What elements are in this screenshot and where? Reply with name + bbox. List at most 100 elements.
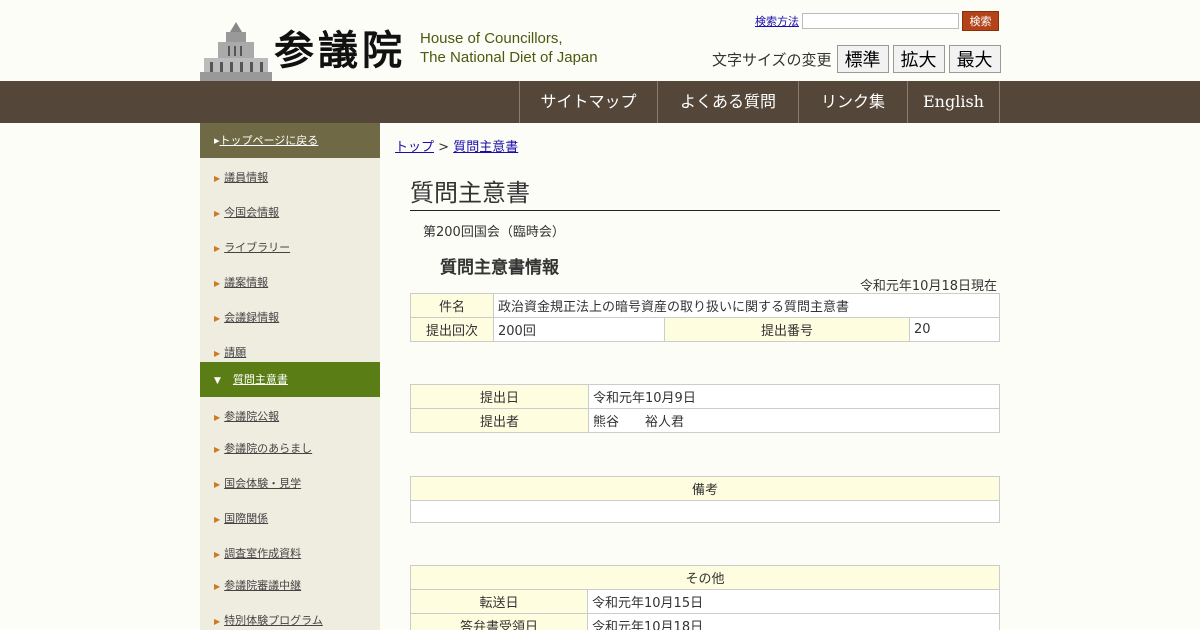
search-button[interactable]: 検索: [962, 11, 999, 31]
sidebar-link[interactable]: ライブラリー: [224, 241, 290, 254]
arrow-right-icon: ▶: [214, 349, 221, 358]
submission-table: 提出日 令和元年10月9日 提出者 熊谷 裕人君: [410, 384, 1000, 433]
sidebar-link[interactable]: 今国会情報: [224, 206, 279, 219]
sidebar-item-active[interactable]: ▼ 質問主意書: [200, 362, 380, 397]
sidebar-item[interactable]: ▶ 参議院公報: [200, 408, 380, 424]
arrow-right-icon: ▶: [214, 515, 221, 524]
arrow-right-icon: ▶: [214, 480, 221, 489]
cell-value: [410, 500, 1000, 523]
cell-label: 備考: [410, 476, 1000, 501]
table-row: 件名 政治資金規正法上の暗号資産の取り扱いに関する質問主意書: [410, 293, 1000, 318]
arrow-down-icon: ▼: [214, 376, 221, 386]
sidebar-link[interactable]: 特別体験プログラム: [224, 614, 323, 627]
breadcrumb-separator: >: [438, 140, 450, 155]
sidebar-item[interactable]: ▶ 会議録情報: [200, 309, 380, 325]
arrow-right-icon: ▶: [214, 279, 221, 288]
font-size-label: 文字サイズの変更: [712, 50, 832, 69]
sidebar-item[interactable]: ▶ 参議院審議中継: [200, 577, 380, 593]
arrow-right-icon: ▶: [214, 209, 221, 218]
table-row: 答弁書受領日 令和元年10月18日: [410, 613, 1000, 630]
table-row: [410, 500, 1000, 523]
cell-label: 提出者: [410, 408, 589, 433]
cell-value: 令和元年10月9日: [588, 384, 1000, 409]
cell-label: 転送日: [410, 589, 588, 614]
sidebar-item[interactable]: ▶ 調査室作成資料: [200, 545, 380, 561]
sidebar-item[interactable]: ▶ 参議院のあらまし: [200, 440, 380, 456]
breadcrumb-current-link[interactable]: 質問主意書: [453, 140, 518, 155]
table-row: 提出回次 200回 提出番号 20: [410, 317, 1000, 342]
header: 参議院 House of Councillors, The National Di…: [0, 0, 1200, 81]
search-bar: 検索方法 検索: [755, 11, 999, 31]
cell-value: 200回: [493, 317, 665, 342]
search-input[interactable]: [802, 13, 959, 29]
sidebar-link[interactable]: 請願: [224, 346, 246, 359]
cell-value: 令和元年10月18日: [587, 613, 1000, 630]
nav-faq[interactable]: よくある質問: [657, 81, 798, 123]
arrow-right-icon: ▶: [214, 314, 221, 323]
sidebar-item[interactable]: ▶ 議案情報: [200, 274, 380, 290]
cell-label: 提出回次: [410, 317, 494, 342]
logo-kanji: 参議院: [274, 27, 406, 74]
sidebar-link[interactable]: 参議院審議中継: [224, 579, 301, 592]
sidebar-link[interactable]: 議案情報: [224, 276, 268, 289]
other-table: その他 転送日 令和元年10月15日 答弁書受領日 令和元年10月18日: [410, 565, 1000, 630]
nav-sitemap[interactable]: サイトマップ: [519, 81, 657, 123]
arrow-right-icon: ▶: [214, 617, 221, 626]
table-row: 転送日 令和元年10月15日: [410, 589, 1000, 614]
cell-value: 熊谷 裕人君: [588, 408, 1000, 433]
arrow-right-icon: ▶: [214, 550, 221, 559]
sidebar-item[interactable]: ▶ 議員情報: [200, 169, 380, 185]
sidebar-item[interactable]: ▶ 特別体験プログラム: [200, 612, 380, 628]
cell-label: その他: [410, 565, 1000, 590]
breadcrumb-top-link[interactable]: トップ: [395, 140, 434, 155]
font-size-large-button[interactable]: 拡大: [892, 45, 945, 73]
sidebar-item[interactable]: ▶ 今国会情報: [200, 204, 380, 220]
table-row: 提出日 令和元年10月9日: [410, 384, 1000, 409]
nav-english[interactable]: English: [907, 81, 1000, 123]
cell-value: 政治資金規正法上の暗号資産の取り扱いに関する質問主意書: [493, 293, 1000, 318]
sidebar-link[interactable]: 参議院公報: [224, 410, 279, 423]
table-row: 提出者 熊谷 裕人君: [410, 408, 1000, 433]
logo-en-line2: The National Diet of Japan: [420, 49, 598, 66]
sidebar-link[interactable]: 議員情報: [224, 171, 268, 184]
page-title: 質問主意書: [410, 173, 1000, 211]
sidebar-link[interactable]: 参議院のあらまし: [224, 442, 312, 455]
breadcrumb: トップ > 質問主意書: [395, 136, 518, 155]
sidebar-link[interactable]: 調査室作成資料: [224, 547, 301, 560]
diet-building-logo-icon: [200, 22, 272, 81]
arrow-right-icon: ▶: [214, 244, 221, 253]
sidebar-link[interactable]: 会議録情報: [224, 311, 279, 324]
sidebar-link[interactable]: 国際関係: [224, 512, 268, 525]
sidebar-link[interactable]: 質問主意書: [233, 373, 288, 386]
cell-value: 20: [909, 317, 1000, 342]
remarks-table: 備考: [410, 476, 1000, 523]
sidebar-back-to-top[interactable]: ▸トップページに戻る: [200, 123, 380, 158]
sidebar-item[interactable]: ▶ 国際関係: [200, 510, 380, 526]
font-size-standard-button[interactable]: 標準: [836, 45, 889, 73]
nav-links[interactable]: リンク集: [798, 81, 907, 123]
as-of-date: 令和元年10月18日現在: [859, 279, 997, 294]
logo-english: House of Councillors, The National Diet o…: [420, 29, 598, 67]
sidebar-item[interactable]: ▶ ライブラリー: [200, 239, 380, 255]
search-help-link[interactable]: 検索方法: [755, 13, 799, 29]
cell-label: 答弁書受領日: [410, 613, 588, 630]
arrow-right-icon: ▶: [214, 174, 221, 183]
main-nav: サイトマップ よくある質問 リンク集 English: [0, 81, 1200, 123]
table-row: その他: [410, 565, 1000, 590]
arrow-right-icon: ▶: [214, 445, 221, 454]
session-label: 第200回国会（臨時会）: [423, 225, 565, 240]
cell-value: 令和元年10月15日: [587, 589, 1000, 614]
table-row: 備考: [410, 476, 1000, 501]
cell-label: 件名: [410, 293, 494, 318]
sidebar-link[interactable]: 国会体験・見学: [224, 477, 301, 490]
arrow-right-icon: ▶: [214, 582, 221, 591]
font-size-control: 文字サイズの変更 標準 拡大 最大: [712, 45, 1001, 73]
font-size-max-button[interactable]: 最大: [948, 45, 1001, 73]
sidebar-item[interactable]: ▶ 請願: [200, 344, 380, 360]
cell-label: 提出番号: [664, 317, 910, 342]
sidebar-back-link[interactable]: トップページに戻る: [220, 134, 319, 147]
section-title: 質問主意書情報: [440, 258, 559, 278]
question-info-table: 件名 政治資金規正法上の暗号資産の取り扱いに関する質問主意書 提出回次 200回 提出…: [410, 293, 1000, 342]
sidebar-item[interactable]: ▶ 国会体験・見学: [200, 475, 380, 491]
sidebar: ▸トップページに戻る ▶ 議員情報 ▶ 今国会情報 ▶ ライブラリー ▶ 議案情報 ▶ 会…: [200, 123, 380, 630]
